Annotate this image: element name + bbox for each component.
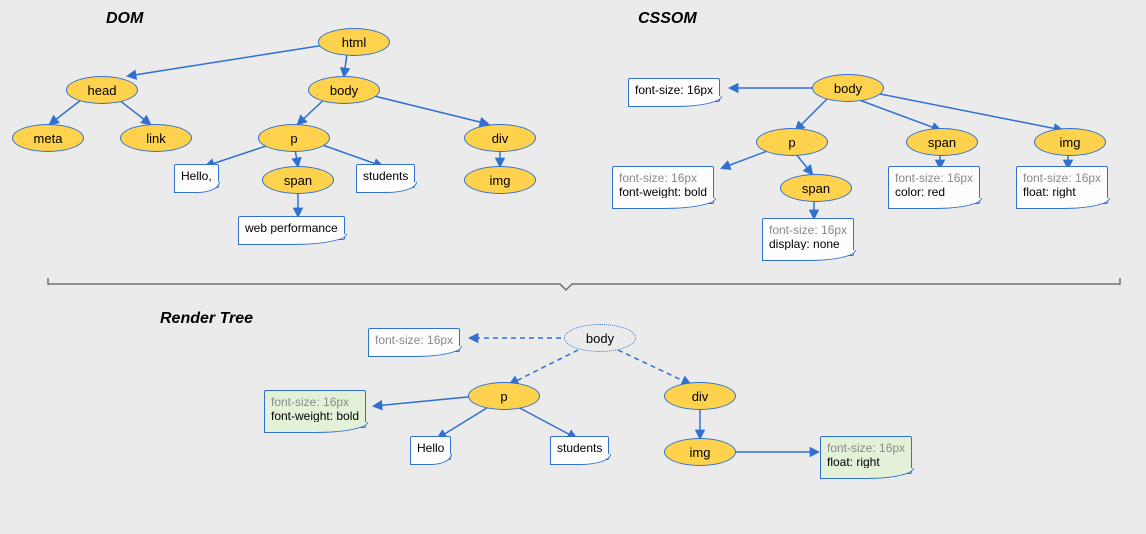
render-title: Render Tree	[160, 310, 253, 328]
css-line: float: right	[827, 455, 880, 469]
css-line: font-size: 16px	[895, 171, 973, 185]
dom-title: DOM	[106, 10, 143, 28]
css-line: color: red	[895, 185, 945, 199]
css-line: font-size: 16px	[769, 223, 847, 237]
cssom-img-css: font-size: 16pxfloat: right	[1016, 166, 1108, 204]
css-line: font-size: 16px	[271, 395, 349, 409]
dom-node-span: span	[262, 166, 334, 194]
cssom-node-span: span	[906, 128, 978, 156]
render-text-students: students	[550, 436, 609, 460]
dom-text-hello: Hello,	[174, 164, 219, 188]
dom-node-img: img	[464, 166, 536, 194]
cssom-span-css: font-size: 16pxcolor: red	[888, 166, 980, 204]
cssom-node-body: body	[812, 74, 884, 102]
dom-node-head: head	[66, 76, 138, 104]
css-line: float: right	[1023, 185, 1076, 199]
render-node-body: body	[564, 324, 636, 352]
dom-node-p: p	[258, 124, 330, 152]
render-node-div: div	[664, 382, 736, 410]
dom-text-webperf: web performance	[238, 216, 345, 240]
cssom-node-img: img	[1034, 128, 1106, 156]
cssom-title: CSSOM	[638, 10, 697, 28]
css-line: font-weight: bold	[619, 185, 707, 199]
render-text-hello: Hello	[410, 436, 451, 460]
dom-text-students: students	[356, 164, 415, 188]
cssom-node-span2: span	[780, 174, 852, 202]
css-line: font-size: 16px	[375, 333, 453, 347]
dom-node-link: link	[120, 124, 192, 152]
cssom-body-css: font-size: 16px	[628, 78, 720, 102]
cssom-node-p: p	[756, 128, 828, 156]
dom-node-body: body	[308, 76, 380, 104]
css-line: font-size: 16px	[619, 171, 697, 185]
dom-node-div: div	[464, 124, 536, 152]
dom-node-html: html	[318, 28, 390, 56]
css-line: font-size: 16px	[1023, 171, 1101, 185]
cssom-span2-css: font-size: 16pxdisplay: none	[762, 218, 854, 256]
render-node-p: p	[468, 382, 540, 410]
render-body-css: font-size: 16px	[368, 328, 460, 352]
css-line: font-weight: bold	[271, 409, 359, 423]
dom-node-meta: meta	[12, 124, 84, 152]
render-node-img: img	[664, 438, 736, 466]
css-line: display: none	[769, 237, 840, 251]
css-line: font-size: 16px	[827, 441, 905, 455]
render-p-css: font-size: 16pxfont-weight: bold	[264, 390, 366, 428]
render-img-css: font-size: 16pxfloat: right	[820, 436, 912, 474]
cssom-p-css: font-size: 16pxfont-weight: bold	[612, 166, 714, 204]
